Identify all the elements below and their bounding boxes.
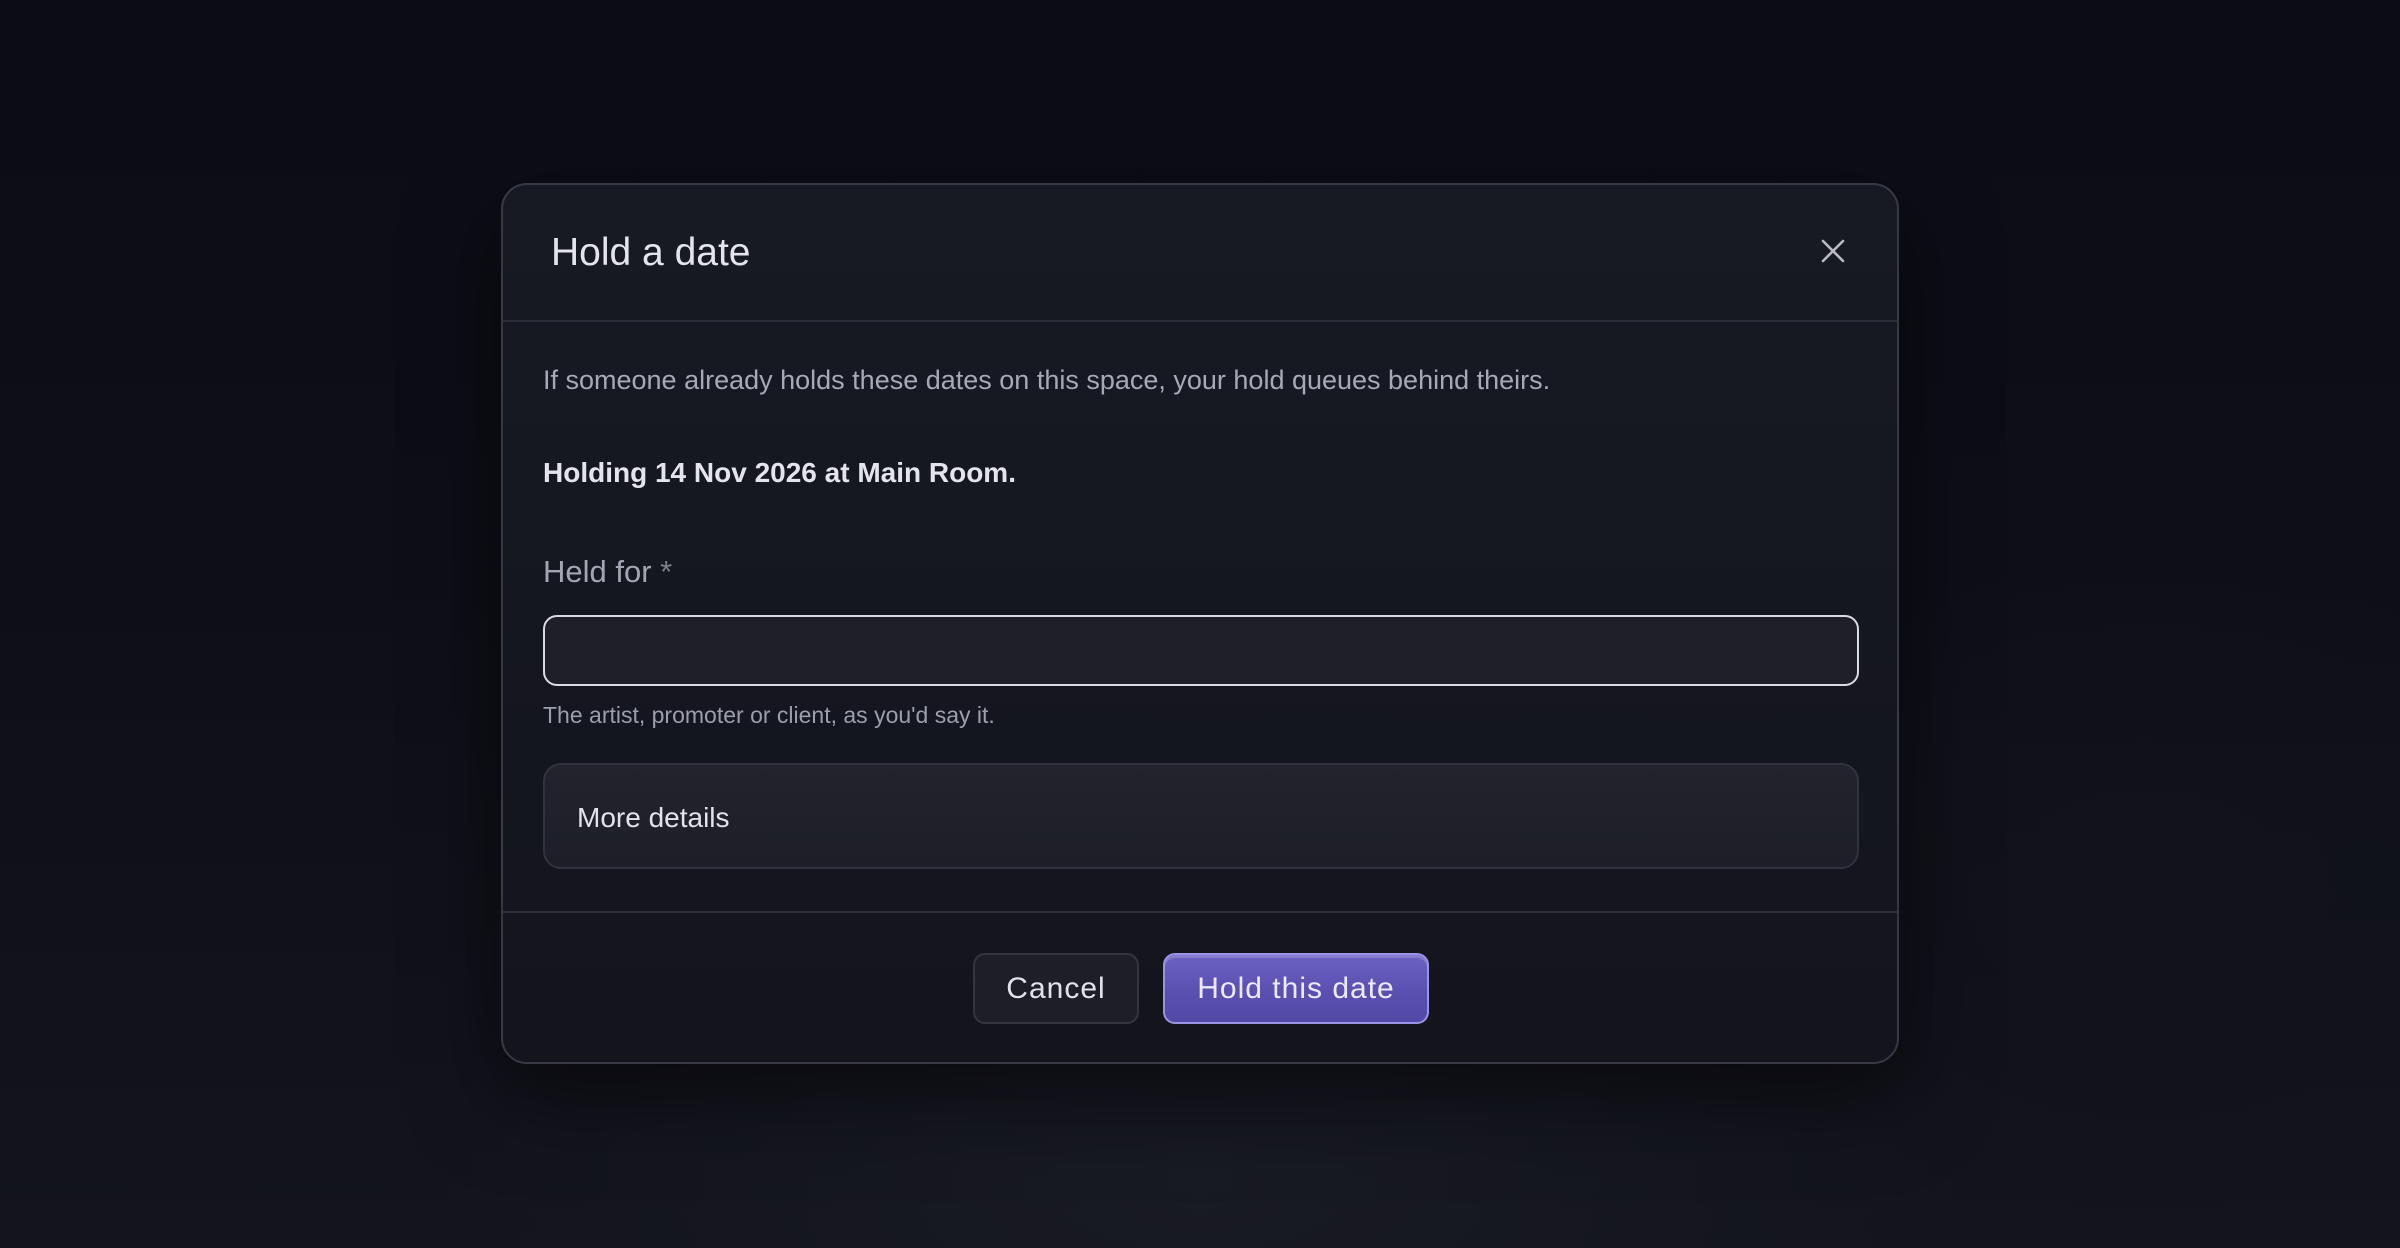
held-for-input[interactable] [543,615,1859,686]
held-for-label: Held for * [543,553,672,591]
cancel-button[interactable]: Cancel [973,953,1139,1024]
close-button[interactable] [1809,227,1857,275]
dialog-header: Hold a date [503,185,1897,322]
hold-this-date-button[interactable]: Hold this date [1163,953,1429,1024]
held-for-helper-text: The artist, promoter or client, as you'd… [543,702,995,728]
dialog-intro-text: If someone already holds these dates on … [543,365,1551,395]
holding-summary: Holding 14 Nov 2026 at Main Room. [543,457,1016,488]
more-details-toggle[interactable]: More details [543,763,1859,869]
footer-divider [503,911,1897,913]
dialog-title: Hold a date [551,231,751,274]
hold-date-dialog: Hold a date If someone already holds the… [501,183,1899,1064]
held-for-label-text: Held for [543,554,652,589]
close-icon [1821,239,1845,263]
required-marker: * [660,554,673,589]
more-details-label: More details [577,802,730,833]
